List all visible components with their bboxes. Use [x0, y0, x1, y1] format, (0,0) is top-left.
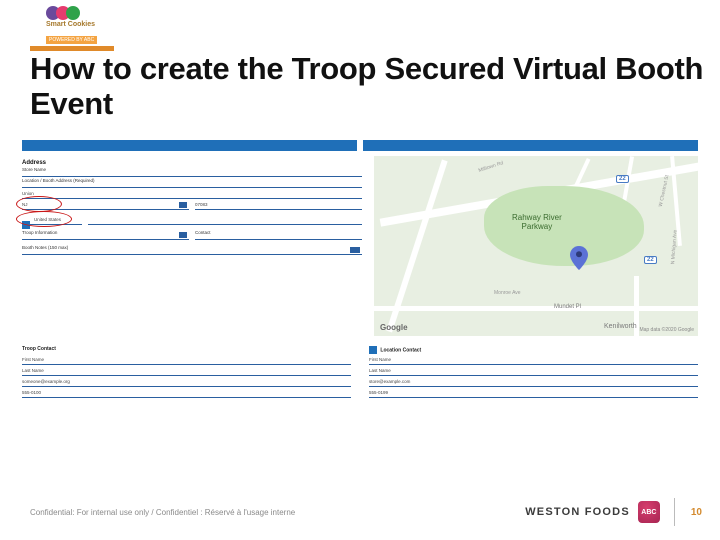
address-field[interactable]: Location / Booth Address (Required) — [22, 179, 362, 188]
highlight-circle-country — [16, 211, 72, 227]
highlight-circle-state — [16, 196, 62, 212]
counter-badge — [350, 247, 360, 253]
contact-field[interactable]: First Name — [369, 356, 698, 365]
street-label: W Chestnut St — [658, 175, 671, 208]
chevron-down-icon[interactable] — [179, 232, 187, 238]
highway-shield: 22 — [644, 256, 657, 264]
map-pin-icon[interactable] — [570, 246, 588, 275]
abc-badge-icon: ABC — [638, 501, 660, 523]
zip-field[interactable]: 07083 — [195, 201, 362, 210]
contact-field[interactable]: First Name — [22, 356, 351, 365]
footer-brand: WESTON FOODS ABC 10 — [525, 498, 702, 526]
page-title: How to create the Troop Secured Virtual … — [30, 52, 720, 121]
troop-contact-heading: Troop Contact — [22, 346, 351, 352]
logo-text: Smart Cookies — [46, 21, 97, 28]
location-map[interactable]: Rahway RiverParkway Milltown Rd W Chestn… — [374, 156, 698, 336]
contact-field[interactable]: 555-0100 — [22, 389, 351, 398]
contact-field[interactable]: Last Name — [369, 367, 698, 376]
address-section-label: Address — [22, 160, 362, 166]
park-shape — [484, 186, 644, 266]
street-label: N Michigan Ave — [670, 230, 678, 265]
google-logo: Google — [380, 323, 408, 332]
location-contact-heading: Location Contact — [369, 346, 698, 354]
booth-form: Address Store Name Location / Booth Addr… — [22, 156, 362, 257]
contact-field[interactable]: Last Name — [22, 367, 351, 376]
troop-info-field[interactable]: Troop Information — [22, 231, 189, 240]
city-field[interactable]: Union — [22, 190, 362, 199]
map-place-label: Mundet Pl — [554, 304, 581, 310]
map-copyright: Map data ©2020 Google — [639, 327, 694, 333]
contact-field[interactable]: Contact — [195, 231, 362, 240]
confidential-notice: Confidential: For internal use only / Co… — [30, 508, 295, 517]
panel-header-appointment-times — [363, 140, 698, 151]
map-city-label: Kenilworth — [604, 323, 637, 330]
footer-divider — [674, 498, 675, 526]
smart-cookies-logo: Smart Cookies POWERED BY ABC — [46, 6, 97, 46]
contact-field[interactable]: someone@example.org — [22, 378, 351, 387]
contact-field[interactable]: store@example.com — [369, 378, 698, 387]
logo-subtext: POWERED BY ABC — [46, 36, 97, 44]
unit-field[interactable] — [88, 216, 362, 225]
page-number: 10 — [691, 507, 702, 518]
street-label: Monroe Ave — [494, 290, 521, 296]
street-label: Milltown Rd — [478, 160, 504, 174]
park-label: Rahway RiverParkway — [512, 214, 562, 232]
weston-foods-logo: WESTON FOODS — [525, 506, 630, 518]
panel-header-booth-info — [22, 140, 357, 151]
highway-shield: 22 — [616, 175, 629, 183]
slide-footer: Confidential: For internal use only / Co… — [30, 498, 702, 526]
checkbox-icon[interactable] — [369, 346, 377, 354]
chevron-down-icon[interactable] — [179, 202, 187, 208]
contact-field[interactable]: 555-0199 — [369, 389, 698, 398]
contact-section: Troop Contact Location Contact First Nam… — [22, 346, 698, 400]
booth-notes-field[interactable]: Booth Notes (150 max) — [22, 246, 362, 255]
store-name-field[interactable]: Store Name — [22, 168, 362, 177]
app-screenshot: Address Store Name Location / Booth Addr… — [22, 140, 698, 450]
